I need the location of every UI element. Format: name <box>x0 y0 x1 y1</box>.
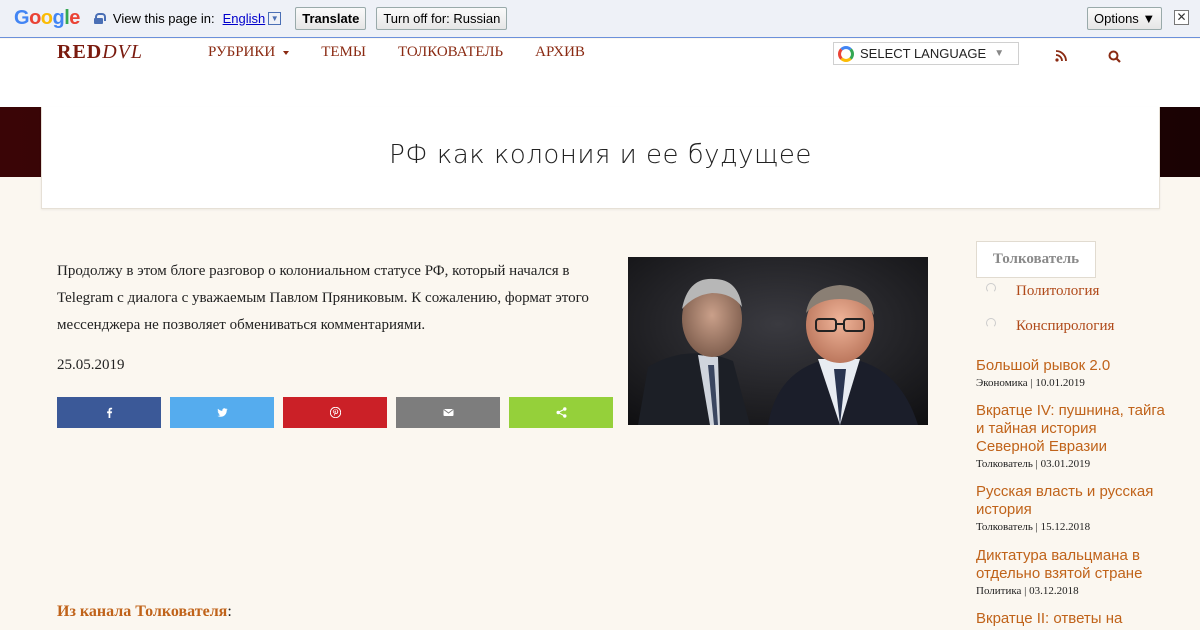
language-select[interactable]: English <box>223 11 266 26</box>
nav-item-temy[interactable]: ТЕМЫ <box>321 44 366 61</box>
share-icon <box>556 407 566 418</box>
post-title[interactable]: Диктатура вальцмана в отдельно взятой ст… <box>976 547 1166 583</box>
sidebar-post[interactable]: Вкратце II: ответы на <box>976 610 1166 628</box>
channel-caption: Из канала Толкователя: <box>57 603 232 621</box>
pinterest-icon <box>329 407 341 418</box>
email-icon <box>443 409 453 416</box>
title-card: РФ как колония и ее будущее <box>41 107 1160 209</box>
nav-label: ТЕМЫ <box>321 44 366 60</box>
nav-label: АРХИВ <box>535 44 585 60</box>
options-button[interactable]: Options ▼ <box>1087 7 1163 30</box>
caret-down-icon <box>283 50 290 55</box>
chevron-down-icon: ▼ <box>994 48 1005 59</box>
lock-icon <box>93 13 106 24</box>
nav-item-rubriki[interactable]: РУБРИКИ <box>208 44 290 61</box>
nav-item-arkhiv[interactable]: АРХИВ <box>535 44 585 61</box>
select-language-label: SELECT LANGUAGE <box>860 46 987 61</box>
nav-label: ТОЛКОВАТЕЛЬ <box>397 44 504 60</box>
sidebar-post[interactable]: Большой рывок 2.0 Экономика | 10.01.2019 <box>976 357 1166 389</box>
view-page-label: View this page in: <box>112 11 215 26</box>
post-meta: Толкователь | 15.12.2018 <box>976 521 1091 533</box>
email-share-button[interactable] <box>396 397 500 428</box>
site-header: REDDVL РУБРИКИ ТЕМЫ ТОЛКОВАТЕЛЬ АРХИВ SE… <box>0 39 1200 107</box>
article-date: 25.05.2019 <box>57 357 125 373</box>
sidebar-tab-tolkovatel[interactable]: Толкователь <box>976 241 1096 278</box>
logo-dvl: DVL <box>102 41 144 63</box>
share-buttons <box>57 397 622 428</box>
google-g-icon <box>838 45 854 62</box>
post-title[interactable]: Вкратце II: ответы на <box>976 610 1166 628</box>
article-photo-illustration <box>628 257 928 425</box>
search-icon[interactable] <box>1108 50 1121 63</box>
sidebar-post[interactable]: Русская власть и русская история Толкова… <box>976 483 1166 533</box>
post-meta: Экономика | 10.01.2019 <box>976 377 1085 389</box>
facebook-share-button[interactable] <box>57 397 161 428</box>
channel-colon: : <box>227 603 232 620</box>
translate-bar: Google View this page in: English ▼ Tran… <box>0 0 1200 38</box>
channel-link[interactable]: Из канала Толкователя <box>57 603 227 620</box>
sidebar-post[interactable]: Диктатура вальцмана в отдельно взятой ст… <box>976 547 1166 597</box>
category-label: Политология <box>1016 283 1100 299</box>
pinterest-share-button[interactable] <box>283 397 387 428</box>
sidebar-category[interactable]: Политология <box>986 282 1100 300</box>
post-title[interactable]: Вкратце IV: пушнина, тайга и тайная исто… <box>976 402 1166 456</box>
rss-icon[interactable] <box>1055 50 1067 62</box>
facebook-icon <box>106 407 112 418</box>
nav-item-tolkovatel[interactable]: ТОЛКОВАТЕЛЬ <box>398 44 503 61</box>
site-logo[interactable]: REDDVL <box>57 41 143 64</box>
select-language-dropdown[interactable]: SELECT LANGUAGE ▼ <box>833 42 1019 65</box>
twitter-share-button[interactable] <box>170 397 274 428</box>
category-label: Конспирология <box>1016 318 1115 334</box>
post-title[interactable]: Русская власть и русская история <box>976 483 1166 519</box>
google-logo: Google <box>14 7 80 29</box>
twitter-icon <box>216 408 227 417</box>
close-icon[interactable]: ✕ <box>1174 10 1189 25</box>
main-nav: РУБРИКИ ТЕМЫ ТОЛКОВАТЕЛЬ АРХИВ <box>208 44 617 61</box>
turn-off-button[interactable]: Turn off for: Russian <box>376 7 508 30</box>
post-meta: Толкователь | 03.01.2019 <box>976 458 1091 470</box>
nav-label: РУБРИКИ <box>208 44 276 60</box>
chevron-down-icon[interactable]: ▼ <box>268 12 282 25</box>
article-photo <box>628 257 928 425</box>
page-title: РФ как колония и ее будущее <box>389 140 812 170</box>
more-share-button[interactable] <box>509 397 613 428</box>
post-meta: Политика | 03.12.2018 <box>976 585 1079 597</box>
sidebar-post[interactable]: Вкратце IV: пушнина, тайга и тайная исто… <box>976 402 1166 470</box>
sidebar-category[interactable]: Конспирология <box>986 317 1115 335</box>
bullet-icon <box>986 282 996 293</box>
translate-button[interactable]: Translate <box>295 7 367 30</box>
post-title[interactable]: Большой рывок 2.0 <box>976 357 1166 375</box>
logo-red: RED <box>57 41 103 63</box>
bullet-icon <box>986 317 996 328</box>
article-intro: Продолжу в этом блоге разговор о колониа… <box>57 263 589 333</box>
